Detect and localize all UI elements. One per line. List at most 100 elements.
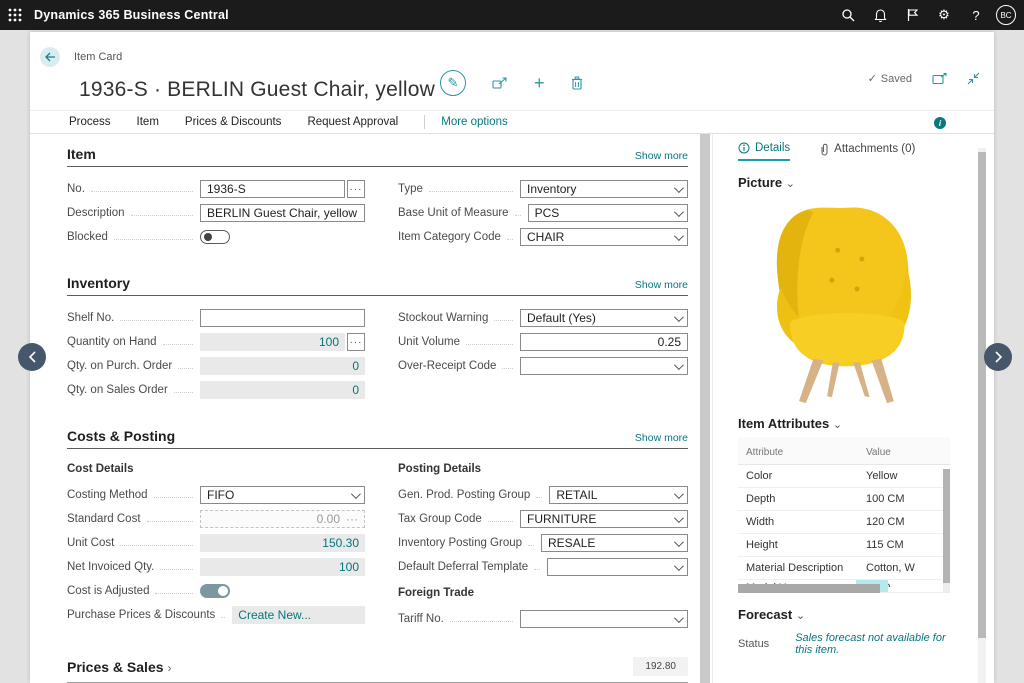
gen-prod-group-dropdown[interactable]: RETAIL xyxy=(549,486,688,504)
section-item-title[interactable]: Item xyxy=(67,146,96,162)
cost-adjusted-toggle[interactable] xyxy=(200,584,230,598)
item-show-more-link[interactable]: Show more xyxy=(635,150,688,162)
field-inventory-posting-group: Inventory Posting Group RESALE xyxy=(398,531,688,555)
top-bar: Dynamics 365 Business Central ⚙ ? BC xyxy=(0,0,1024,30)
open-in-new-window-icon[interactable] xyxy=(932,73,947,85)
field-no: No. 1936-S ··· xyxy=(67,177,365,201)
inventory-show-more-link[interactable]: Show more xyxy=(635,279,688,291)
delete-trash-button[interactable] xyxy=(571,76,583,90)
search-icon[interactable] xyxy=(836,3,860,27)
qty-sales-order-value[interactable]: 0 xyxy=(200,381,365,399)
section-inventory: Inventory Show more Shelf No. Quantity o… xyxy=(67,275,688,402)
chevron-down-icon xyxy=(674,183,684,193)
item-attributes-section-title[interactable]: Item Attributes ⌄ xyxy=(738,416,958,431)
yellow-chair-image xyxy=(751,200,936,405)
tab-attachments[interactable]: Attachments (0) xyxy=(820,142,915,161)
section-inventory-title[interactable]: Inventory xyxy=(67,275,130,291)
deferral-template-dropdown[interactable] xyxy=(547,558,688,576)
factbox-panel: Details Attachments (0) Picture ⌄ xyxy=(712,134,994,683)
table-row[interactable]: ColorYellow xyxy=(738,465,950,488)
attributes-horizontal-scrollbar[interactable] xyxy=(738,584,880,593)
field-deferral-template: Default Deferral Template xyxy=(398,555,688,579)
share-button[interactable] xyxy=(492,76,508,90)
collapse-view-icon[interactable] xyxy=(967,72,980,85)
unit-cost-value[interactable]: 150.30 xyxy=(200,534,365,552)
field-stockout-warning: Stockout Warning Default (Yes) xyxy=(398,306,688,330)
description-input[interactable]: BERLIN Guest Chair, yellow xyxy=(200,204,365,222)
qty-purch-order-value[interactable]: 0 xyxy=(200,357,365,375)
table-row[interactable]: Width120 CM xyxy=(738,511,950,534)
standard-cost-value[interactable]: 0.00··· xyxy=(200,510,365,528)
field-unit-volume: Unit Volume 0.25 xyxy=(398,330,688,354)
prices-sales-title[interactable]: Prices & Sales› xyxy=(67,659,172,675)
menu-process[interactable]: Process xyxy=(69,116,111,128)
item-picture[interactable] xyxy=(738,196,948,408)
tariff-no-dropdown[interactable] xyxy=(520,610,688,628)
table-row[interactable]: Height115 CM xyxy=(738,534,950,557)
feedback-flag-icon[interactable] xyxy=(900,3,924,27)
chevron-down-icon xyxy=(674,207,684,217)
edit-pencil-button[interactable]: ✎ xyxy=(440,70,466,96)
app-title[interactable]: Dynamics 365 Business Central xyxy=(34,8,229,22)
save-status: ✓ Saved xyxy=(868,72,912,85)
chevron-down-icon xyxy=(674,312,684,322)
section-costs-title[interactable]: Costs & Posting xyxy=(67,428,175,444)
net-invoiced-value[interactable]: 100 xyxy=(200,558,365,576)
account-avatar[interactable]: BC xyxy=(996,5,1016,25)
qty-on-hand-value[interactable]: 100 xyxy=(200,333,345,351)
main-scrollbar[interactable] xyxy=(700,134,710,683)
no-input[interactable]: 1936-S xyxy=(200,180,345,198)
forecast-status-message[interactable]: Sales forecast not available for this it… xyxy=(795,632,958,656)
field-shelf-no: Shelf No. xyxy=(67,306,365,330)
costs-show-more-link[interactable]: Show more xyxy=(635,432,688,444)
stockout-warning-dropdown[interactable]: Default (Yes) xyxy=(520,309,688,327)
field-description: Description BERLIN Guest Chair, yellow xyxy=(67,201,365,225)
previous-record-button[interactable] xyxy=(18,343,46,371)
tab-details[interactable]: Details xyxy=(738,142,790,161)
base-uom-dropdown[interactable]: PCS xyxy=(528,204,688,222)
field-purchase-prices: Purchase Prices & Discounts Create New..… xyxy=(67,603,365,627)
field-qty-sales-order: Qty. on Sales Order 0 xyxy=(67,378,365,402)
action-ribbon: Process Item Prices & Discounts Request … xyxy=(30,110,994,134)
back-button[interactable] xyxy=(40,47,60,67)
table-row[interactable]: Depth100 CM xyxy=(738,488,950,511)
factbox-scrollbar[interactable] xyxy=(978,148,986,683)
next-record-button[interactable] xyxy=(984,343,1012,371)
caret-down-icon: ⌄ xyxy=(796,610,805,622)
notifications-icon[interactable] xyxy=(868,3,892,27)
menu-request-approval[interactable]: Request Approval xyxy=(307,116,398,128)
no-assist-edit-button[interactable]: ··· xyxy=(347,180,365,198)
app-launcher-icon[interactable] xyxy=(0,0,30,30)
new-record-button[interactable]: + xyxy=(534,73,545,94)
over-receipt-dropdown[interactable] xyxy=(520,357,688,375)
forecast-section-title[interactable]: Forecast ⌄ xyxy=(738,607,958,622)
section-item: Item Show more No. 1936-S ··· Descriptio… xyxy=(67,146,688,249)
costing-method-dropdown[interactable]: FIFO xyxy=(200,486,365,504)
type-dropdown[interactable]: Inventory xyxy=(520,180,688,198)
create-new-link[interactable]: Create New... xyxy=(232,606,365,624)
caret-down-icon: ⌄ xyxy=(786,178,795,190)
item-category-dropdown[interactable]: CHAIR xyxy=(520,228,688,246)
field-standard-cost: Standard Cost 0.00··· xyxy=(67,507,365,531)
menu-prices-discounts[interactable]: Prices & Discounts xyxy=(185,116,282,128)
tax-group-dropdown[interactable]: FURNITURE xyxy=(520,510,688,528)
menu-item[interactable]: Item xyxy=(137,116,159,128)
info-indicator-icon[interactable]: i xyxy=(934,117,946,129)
unit-volume-input[interactable]: 0.25 xyxy=(520,333,688,351)
shelf-no-input[interactable] xyxy=(200,309,365,327)
foreign-trade-subheading: Foreign Trade xyxy=(398,587,688,599)
attributes-vertical-scrollbar[interactable] xyxy=(943,469,950,593)
settings-gear-icon[interactable]: ⚙ xyxy=(932,3,956,27)
qty-assist-edit-button[interactable]: ··· xyxy=(347,333,365,351)
help-icon[interactable]: ? xyxy=(964,3,988,27)
menu-more-options[interactable]: More options xyxy=(441,116,507,128)
chevron-down-icon xyxy=(351,489,361,499)
field-tax-group: Tax Group Code FURNITURE xyxy=(398,507,688,531)
table-row[interactable]: Material DescriptionCotton, W xyxy=(738,557,950,580)
inventory-posting-group-dropdown[interactable]: RESALE xyxy=(541,534,688,552)
picture-section-title[interactable]: Picture ⌄ xyxy=(738,175,958,190)
blocked-toggle[interactable] xyxy=(200,230,230,244)
main-content: Item Show more No. 1936-S ··· Descriptio… xyxy=(30,134,712,683)
assist-edit-icon[interactable]: ··· xyxy=(346,512,358,526)
status-label: Status xyxy=(738,638,769,650)
